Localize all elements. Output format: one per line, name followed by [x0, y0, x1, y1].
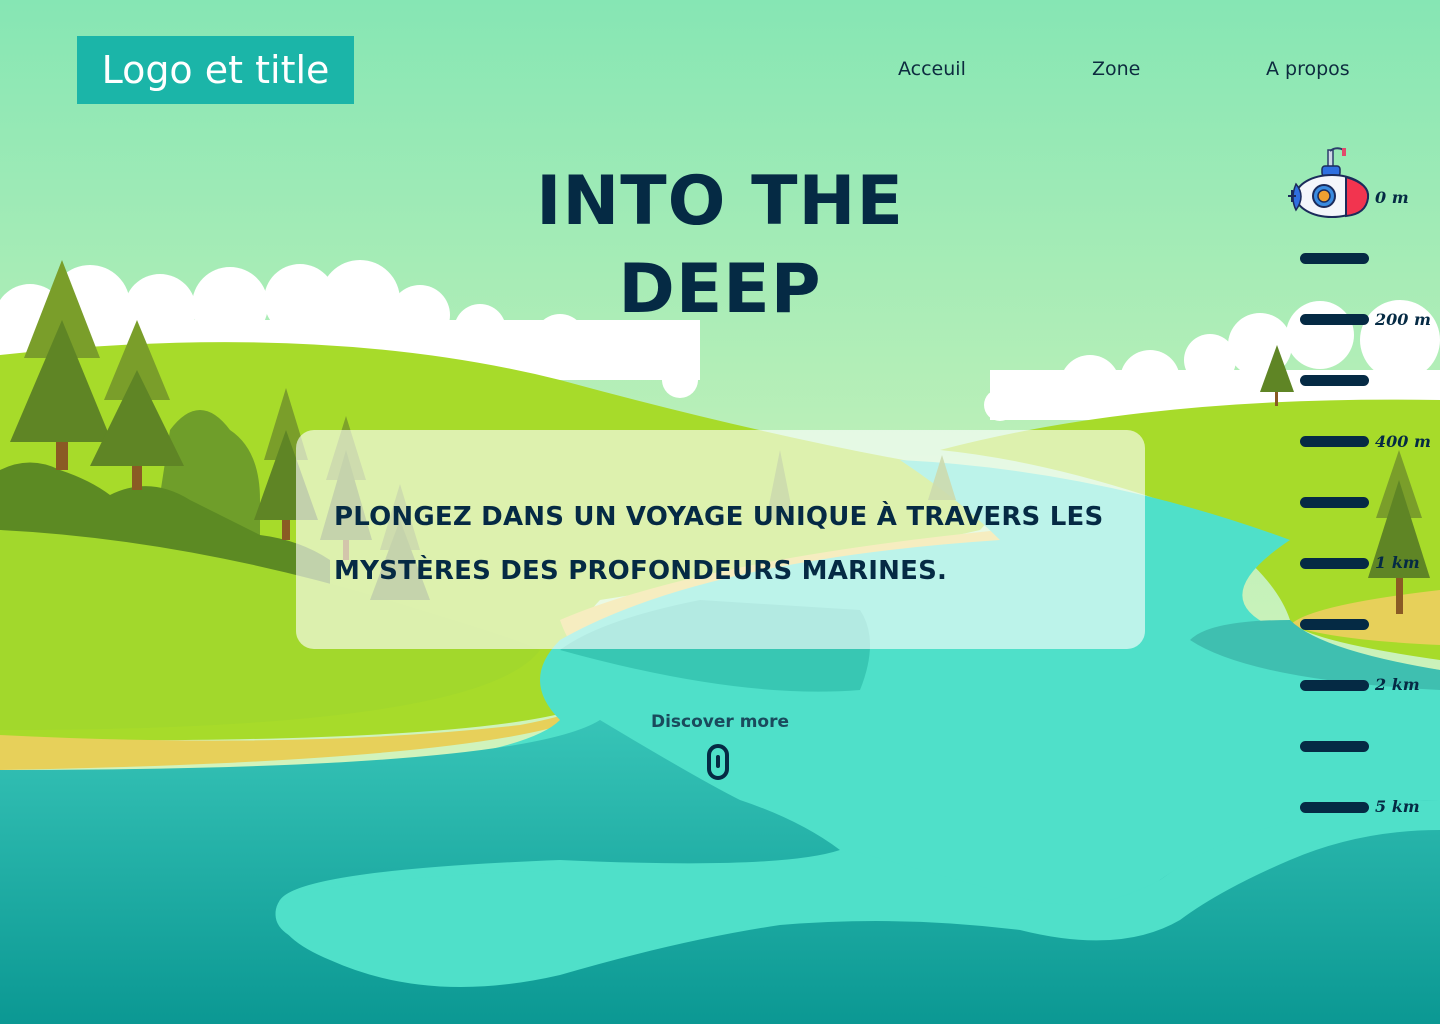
- depth-tick: [1300, 375, 1369, 386]
- depth-tick: [1300, 253, 1369, 264]
- mouse-scroll-icon[interactable]: [707, 744, 729, 780]
- hero-title: INTO THE DEEP: [510, 158, 930, 334]
- depth-tick: [1300, 619, 1369, 630]
- depth-label-1km: 1 km: [1375, 553, 1420, 572]
- discover-more-link[interactable]: Discover more: [640, 712, 800, 732]
- nav-zone[interactable]: Zone: [1092, 58, 1140, 80]
- hero-title-line1: INTO THE: [536, 162, 904, 241]
- depth-tick: [1300, 314, 1369, 325]
- mouse-wheel: [716, 755, 720, 768]
- depth-tick: [1300, 436, 1369, 447]
- hero-title-line2: DEEP: [618, 250, 822, 329]
- depth-label-400m: 400 m: [1375, 432, 1431, 451]
- nav-a-propos[interactable]: A propos: [1266, 58, 1350, 80]
- nav-acceuil[interactable]: Acceuil: [898, 58, 966, 80]
- logo[interactable]: Logo et title: [77, 36, 354, 104]
- depth-tick: [1300, 558, 1369, 569]
- depth-label-5km: 5 km: [1375, 797, 1420, 816]
- logo-text: Logo et title: [101, 48, 330, 92]
- depth-tick: [1300, 680, 1369, 691]
- depth-label-2km: 2 km: [1375, 675, 1420, 694]
- depth-label-0m: 0 m: [1375, 188, 1409, 207]
- depth-tick: [1300, 741, 1369, 752]
- depth-tick: [1300, 802, 1369, 813]
- depth-label-200m: 200 m: [1375, 310, 1431, 329]
- depth-tick: [1300, 497, 1369, 508]
- tagline: PLONGEZ DANS UN VOYAGE UNIQUE À TRAVERS …: [334, 502, 1104, 586]
- tagline-card: PLONGEZ DANS UN VOYAGE UNIQUE À TRAVERS …: [296, 430, 1145, 649]
- submarine-icon[interactable]: [1284, 146, 1372, 220]
